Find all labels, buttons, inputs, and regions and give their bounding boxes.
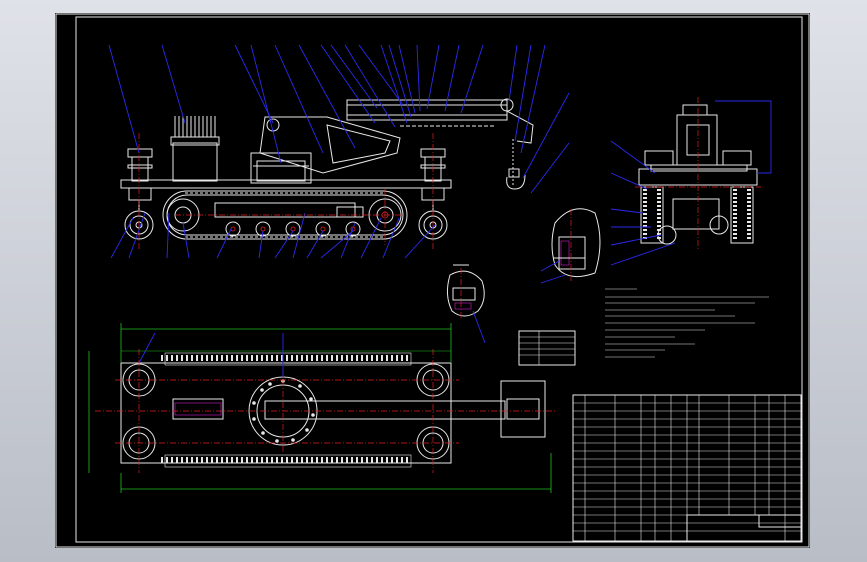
cad-viewport[interactable] <box>0 0 867 562</box>
leader-lines <box>108 44 570 259</box>
power-unit <box>170 116 220 182</box>
turret <box>250 152 312 184</box>
detail-view-a <box>446 264 486 344</box>
boom <box>259 98 534 190</box>
side-view <box>108 44 570 259</box>
drawing-canvas <box>55 13 810 548</box>
technical-notes <box>518 288 769 366</box>
drawing-sheet <box>55 13 810 548</box>
top-view <box>88 323 555 493</box>
detail-view-b <box>540 208 601 284</box>
title-block <box>572 394 802 542</box>
front-view <box>610 97 772 266</box>
